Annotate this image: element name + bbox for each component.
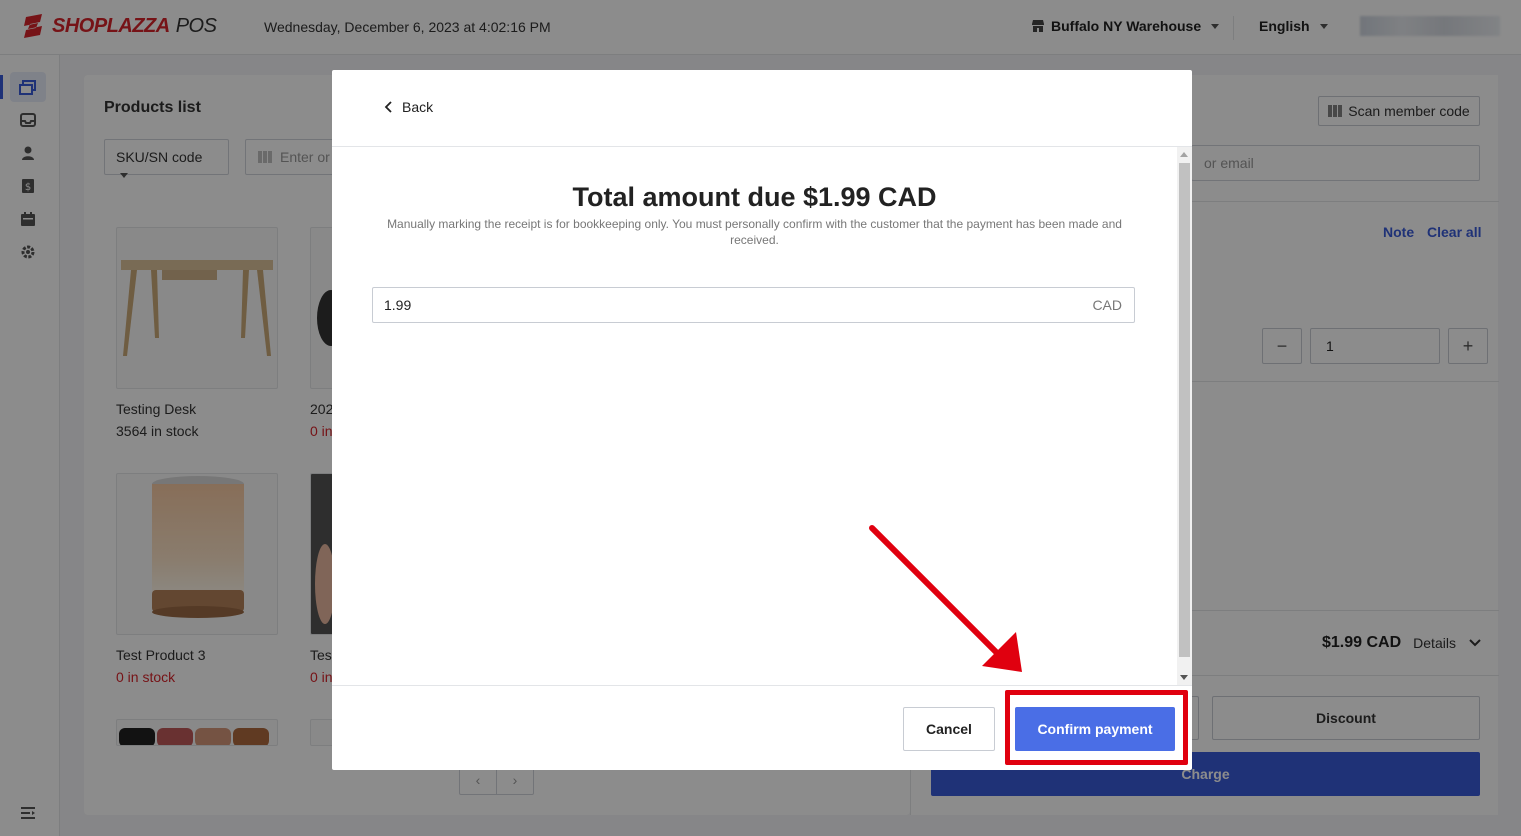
- back-button[interactable]: Back: [384, 99, 433, 115]
- scroll-up-arrow-icon[interactable]: [1180, 152, 1188, 157]
- cancel-label: Cancel: [926, 721, 972, 737]
- bookkeeping-note: Manually marking the receipt is for book…: [387, 217, 1122, 247]
- scrollbar-thumb[interactable]: [1179, 163, 1190, 657]
- annotation-arrow-icon: [869, 525, 1022, 672]
- dialog-scrollbar[interactable]: [1177, 147, 1192, 685]
- payment-confirm-dialog: Back Total amount due $1.99 CAD Manually…: [332, 70, 1192, 770]
- annotation-highlight-box: [1005, 690, 1188, 765]
- cancel-button[interactable]: Cancel: [903, 707, 995, 751]
- amount-due-title: Total amount due $1.99 CAD: [572, 182, 937, 212]
- payment-amount-value: 1.99: [384, 297, 412, 313]
- payment-amount-input[interactable]: 1.99 CAD: [372, 287, 1135, 323]
- chevron-left-icon: [384, 101, 392, 113]
- dialog-body: Total amount due $1.99 CAD Manually mark…: [332, 147, 1177, 685]
- dialog-header: Back: [332, 70, 1192, 147]
- scroll-down-arrow-icon[interactable]: [1180, 675, 1188, 680]
- back-label: Back: [402, 99, 434, 115]
- currency-suffix: CAD: [1092, 297, 1122, 313]
